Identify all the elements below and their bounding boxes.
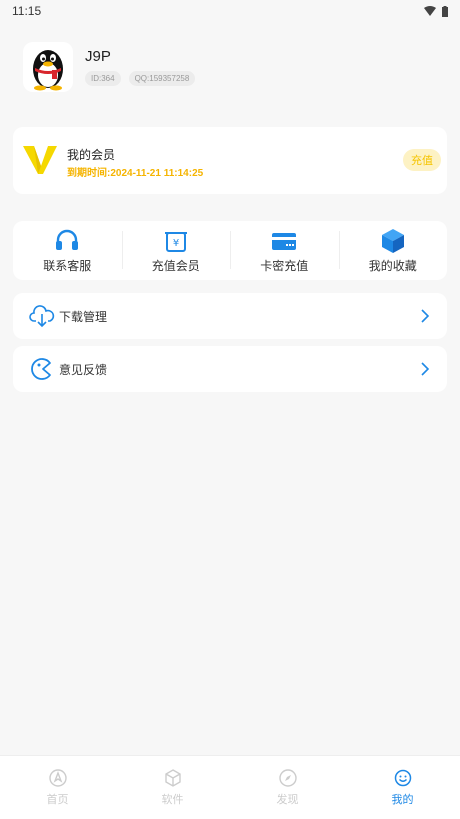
wifi-icon bbox=[424, 6, 436, 16]
penguin-avatar-icon bbox=[33, 50, 63, 91]
tab-label: 首页 bbox=[46, 793, 69, 806]
status-icons bbox=[424, 5, 448, 17]
cloud-download-icon bbox=[29, 305, 55, 328]
member-expire-time: 到期时间:2024-11-21 11:14:25 bbox=[67, 168, 204, 179]
recharge-button[interactable]: 充值 bbox=[403, 149, 441, 171]
quick-action-label: 充值会员 bbox=[151, 258, 200, 273]
tab-label: 软件 bbox=[161, 793, 184, 806]
vip-v-icon bbox=[23, 146, 57, 174]
svg-text:¥: ¥ bbox=[173, 238, 179, 249]
quick-action-card-recharge[interactable]: 卡密充值 bbox=[230, 221, 339, 280]
quick-action-customer-service[interactable]: 联系客服 bbox=[13, 221, 122, 280]
profile-badges: ID:364 QQ:159357258 bbox=[85, 71, 196, 86]
qq-badge: QQ:159357258 bbox=[128, 71, 196, 86]
bottom-tab-bar: 首页 软件 发现 我的 bbox=[0, 755, 460, 819]
quick-action-label: 联系客服 bbox=[43, 258, 92, 273]
box-icon bbox=[381, 228, 404, 253]
member-card[interactable]: 我的会员 到期时间:2024-11-21 11:14:25 充值 bbox=[13, 127, 447, 194]
id-badge: ID:364 bbox=[85, 71, 121, 86]
chevron-right-icon bbox=[421, 309, 430, 323]
feedback-row[interactable]: 意见反馈 bbox=[13, 346, 447, 392]
feedback-icon bbox=[31, 358, 51, 380]
tab-software[interactable]: 软件 bbox=[115, 756, 230, 819]
tab-mine[interactable]: 我的 bbox=[345, 756, 460, 819]
profile-info: J9P ID:364 QQ:159357258 bbox=[85, 48, 196, 86]
headset-icon bbox=[56, 229, 79, 250]
tab-label: 发现 bbox=[276, 793, 299, 806]
tab-discover[interactable]: 发现 bbox=[230, 756, 345, 819]
card-icon bbox=[272, 232, 297, 250]
tab-label: 我的 bbox=[391, 793, 414, 806]
tab-home[interactable]: 首页 bbox=[0, 756, 115, 819]
quick-action-recharge-member[interactable]: ¥ 充值会员 bbox=[121, 221, 231, 280]
status-time: 11:15 bbox=[12, 4, 42, 18]
profile-name: J9P bbox=[85, 48, 111, 65]
home-icon bbox=[48, 768, 67, 787]
recharge-icon: ¥ bbox=[164, 231, 187, 252]
status-bar: 11:15 bbox=[0, 0, 460, 22]
compass-icon bbox=[278, 768, 297, 787]
smile-icon bbox=[394, 769, 411, 786]
feedback-label: 意见反馈 bbox=[59, 362, 108, 377]
download-management-label: 下载管理 bbox=[59, 309, 108, 324]
battery-icon bbox=[442, 5, 448, 17]
quick-action-favorites[interactable]: 我的收藏 bbox=[338, 221, 448, 280]
member-title: 我的会员 bbox=[67, 148, 116, 162]
avatar[interactable] bbox=[23, 42, 73, 92]
profile-header: J9P ID:364 QQ:159357258 bbox=[23, 40, 443, 94]
cube-icon bbox=[164, 768, 181, 787]
quick-action-label: 我的收藏 bbox=[368, 258, 417, 273]
download-management-row[interactable]: 下载管理 bbox=[13, 293, 447, 339]
chevron-right-icon bbox=[421, 362, 430, 376]
quick-actions: 联系客服 ¥ 充值会员 卡密充值 我的收藏 bbox=[13, 221, 447, 280]
quick-action-label: 卡密充值 bbox=[260, 258, 309, 273]
